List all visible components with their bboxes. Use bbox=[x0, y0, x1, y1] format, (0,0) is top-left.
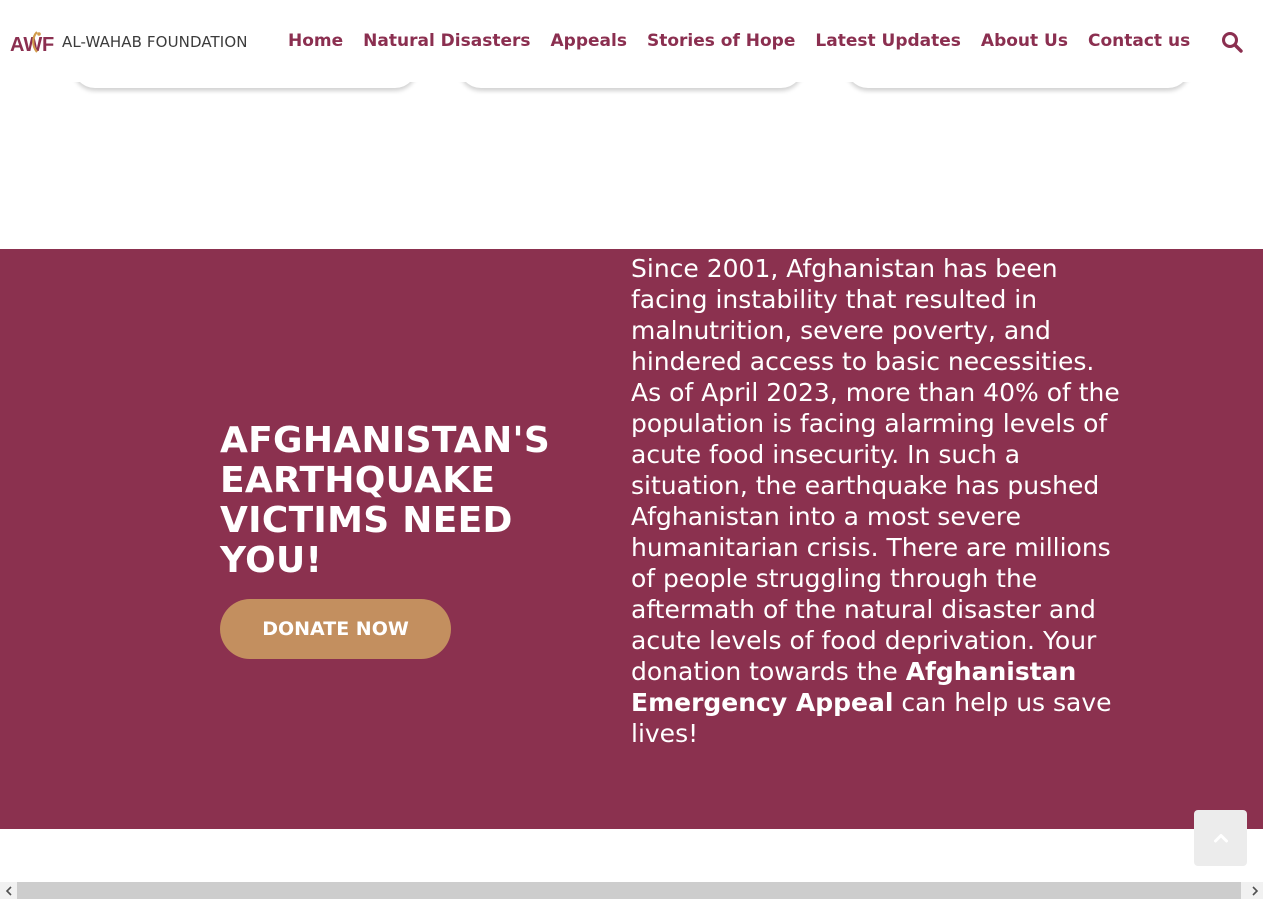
scroll-left-button[interactable] bbox=[0, 882, 17, 899]
svg-text:F: F bbox=[42, 34, 54, 56]
nav-about-us[interactable]: About Us bbox=[981, 30, 1068, 52]
chevron-up-icon bbox=[1213, 834, 1228, 843]
site-header: AW F AL-WAHAB FOUNDATION Home Natural Di… bbox=[0, 0, 1263, 82]
site-logo[interactable]: AW F AL-WAHAB FOUNDATION bbox=[10, 28, 248, 56]
nav-natural-disasters[interactable]: Natural Disasters bbox=[363, 30, 530, 52]
nav-stories-of-hope[interactable]: Stories of Hope bbox=[647, 30, 795, 52]
nav-latest-updates[interactable]: Latest Updates bbox=[815, 30, 961, 52]
search-button[interactable] bbox=[1221, 31, 1243, 53]
nav-appeals[interactable]: Appeals bbox=[551, 30, 627, 52]
donate-now-button[interactable]: DONATE NOW bbox=[220, 599, 451, 659]
horizontal-scrollbar[interactable] bbox=[0, 882, 1263, 899]
appeal-heading: AFGHANISTAN'S EARTHQUAKE VICTIMS NEED YO… bbox=[220, 420, 551, 581]
svg-text:AW: AW bbox=[10, 34, 42, 56]
nav-home[interactable]: Home bbox=[288, 30, 343, 52]
appeal-body-text: Since 2001, Afghanistan has been facing … bbox=[631, 254, 1120, 686]
logo-text: AL-WAHAB FOUNDATION bbox=[62, 33, 248, 51]
afghanistan-appeal-section: AFGHANISTAN'S EARTHQUAKE VICTIMS NEED YO… bbox=[0, 249, 1263, 829]
nav-contact-us[interactable]: Contact us bbox=[1088, 30, 1190, 52]
scrollbar-thumb[interactable] bbox=[17, 882, 1241, 899]
chevron-right-icon bbox=[1251, 885, 1258, 896]
scroll-right-button[interactable] bbox=[1246, 882, 1263, 899]
scroll-to-top-button[interactable] bbox=[1194, 810, 1247, 866]
chevron-left-icon bbox=[5, 885, 12, 896]
main-nav: Home Natural Disasters Appeals Stories o… bbox=[288, 30, 1210, 52]
awf-logo-icon: AW F bbox=[10, 31, 54, 56]
appeal-description: Since 2001, Afghanistan has been facing … bbox=[631, 253, 1121, 749]
search-icon bbox=[1222, 32, 1243, 53]
